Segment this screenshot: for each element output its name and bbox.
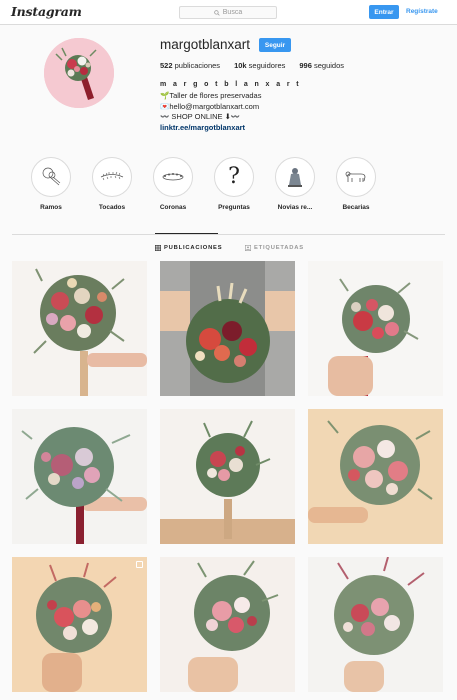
avatar-bouquet-image [44, 38, 114, 108]
post-image [160, 409, 295, 544]
question-mark-icon: ? [228, 164, 240, 189]
top-navigation-bar: Instagram Busca Entrar Regístrate [0, 0, 457, 25]
bio-line: 〰️ SHOP ONLINE ⬇︎〰️ [160, 112, 241, 122]
posts-label: publicaciones [174, 61, 221, 70]
signup-link[interactable]: Regístrate [406, 8, 438, 15]
post-thumbnail[interactable] [160, 557, 295, 692]
active-tab-indicator [155, 233, 218, 234]
bio-website-link[interactable]: linktr.ee/margotblanxart [160, 123, 301, 134]
posts-count: 522 [160, 61, 173, 70]
tab-label: ETIQUETADAS [254, 245, 304, 251]
highlight-preguntas[interactable]: ? Preguntas [199, 157, 269, 211]
tab-publicaciones[interactable]: PUBLICACIONES [155, 245, 222, 251]
post-image [160, 261, 295, 396]
post-thumbnail[interactable] [160, 261, 295, 396]
tab-label: PUBLICACIONES [164, 245, 223, 251]
search-placeholder: Busca [222, 9, 243, 16]
highlight-tocados[interactable]: Tocados [77, 157, 147, 211]
post-thumbnail[interactable] [12, 261, 147, 396]
highlight-becarias[interactable]: Becarias [321, 157, 391, 211]
search-input[interactable]: Busca [179, 6, 277, 19]
post-thumbnail[interactable] [160, 409, 295, 544]
highlight-label: Coronas [159, 204, 187, 211]
tab-etiquetadas[interactable]: ETIQUETADAS [245, 245, 304, 251]
post-image [12, 409, 147, 544]
following-label: seguidos [313, 61, 345, 70]
grid-icon [155, 245, 161, 251]
highlight-label: Ramos [40, 204, 62, 211]
login-button[interactable]: Entrar [369, 5, 399, 19]
post-image [12, 261, 147, 396]
post-thumbnail[interactable] [308, 409, 443, 544]
profile-stats: 522 publicaciones 10k seguidores 996 seg… [160, 61, 344, 70]
profile-username: margotblanxart [160, 37, 251, 52]
tabs-divider [12, 234, 445, 235]
dog-sketch-icon [345, 171, 366, 182]
tagged-user-icon [245, 245, 251, 251]
highlight-label: Becarias [342, 204, 370, 211]
post-image [308, 557, 443, 692]
post-image [308, 261, 443, 396]
post-thumbnail[interactable] [308, 557, 443, 692]
bride-sketch-icon [288, 168, 302, 187]
multiple-images-icon [136, 561, 143, 568]
bouquet-sketch-icon [42, 167, 61, 186]
instagram-logo[interactable]: Instagram [11, 4, 82, 19]
following-count: 996 [299, 61, 312, 70]
profile-bio: m a r g o t b l a n x a r t 🌱Taller de f… [160, 80, 301, 134]
post-image [308, 409, 443, 544]
highlight-label: Tocados [98, 204, 126, 211]
follow-button[interactable]: Seguir [259, 38, 291, 52]
bio-line: 🌱Taller de flores preservadas [160, 90, 262, 100]
highlight-label: Preguntas [218, 204, 250, 211]
bio-line: 💌hello@margotblanxart.com [160, 101, 260, 111]
highlight-coronas[interactable]: Coronas [138, 157, 208, 211]
avatar[interactable] [44, 38, 114, 108]
followers-label: seguidores [248, 61, 286, 70]
post-thumbnail[interactable] [12, 557, 147, 692]
flower-crown-sketch-icon [162, 173, 184, 181]
post-thumbnail[interactable] [12, 409, 147, 544]
followers-count: 10k [234, 61, 247, 70]
post-thumbnail[interactable] [308, 261, 443, 396]
story-highlights: Ramos Tocados Coronas ? Preguntas Novias… [0, 157, 457, 217]
highlight-novias[interactable]: Novias re... [260, 157, 330, 211]
post-image [12, 557, 147, 692]
highlight-label: Novias re... [277, 204, 313, 211]
following-stat[interactable]: 996 seguidos [299, 61, 344, 70]
crown-wreath-sketch-icon [100, 171, 124, 181]
followers-stat[interactable]: 10k seguidores [234, 61, 285, 70]
bio-full-name: m a r g o t b l a n x a r t [160, 81, 302, 88]
search-icon [214, 9, 220, 16]
posts-stat: 522 publicaciones [160, 61, 220, 70]
highlight-ramos[interactable]: Ramos [16, 157, 86, 211]
post-image [160, 557, 295, 692]
